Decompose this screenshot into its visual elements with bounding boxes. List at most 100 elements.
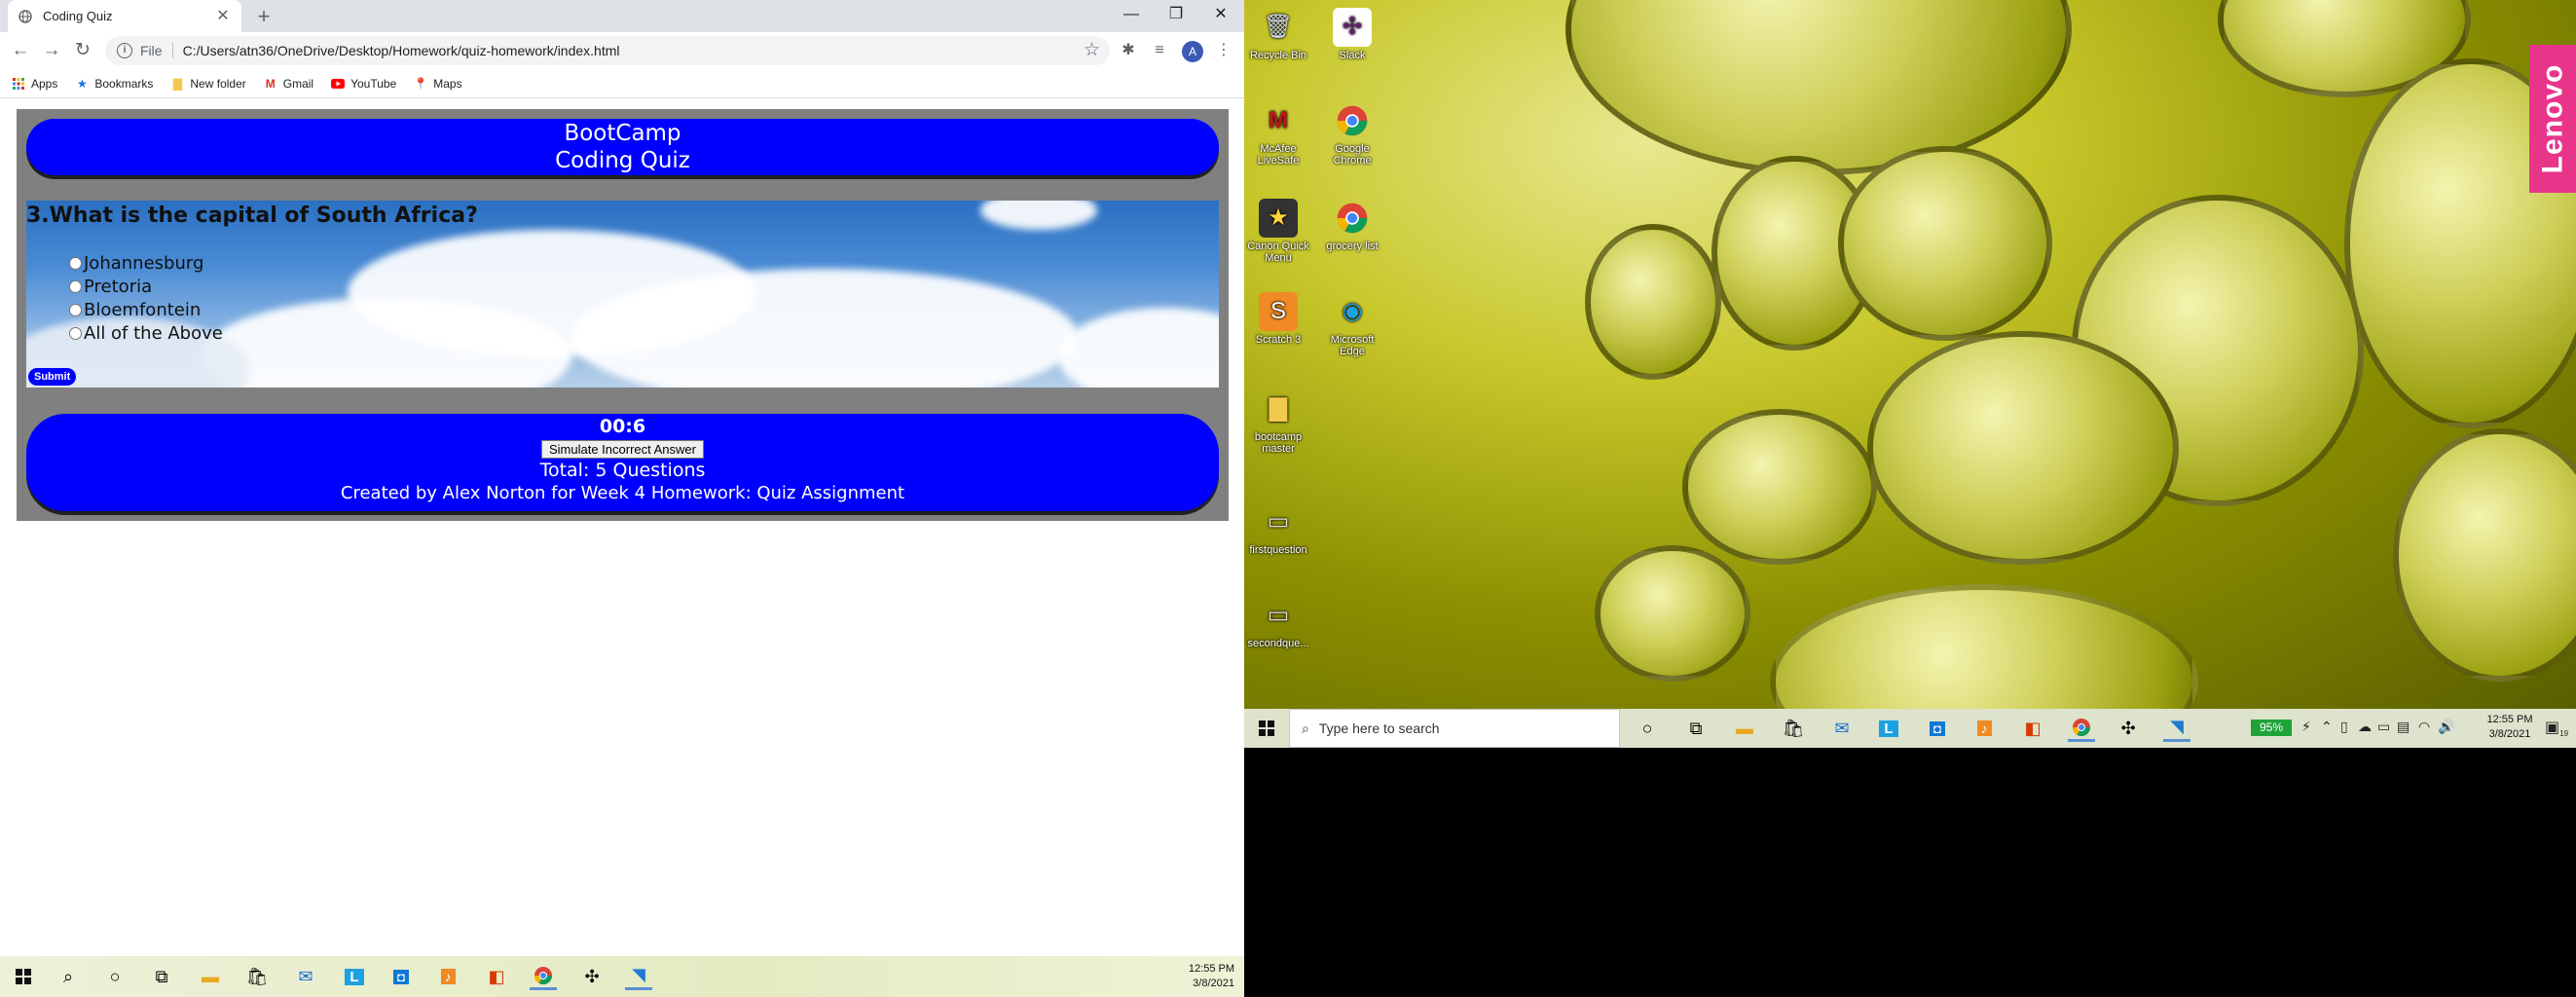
taskbar-search-box[interactable]: ⌕ Type here to search [1289,709,1620,748]
vscode-icon[interactable]: ◥ [2163,715,2190,742]
desktop-icon-label: grocery list [1326,240,1379,252]
desktop-icon-firstquestion[interactable]: ▭ firstquestion [1244,502,1312,557]
desktop-icon-mcafee[interactable]: M McAfee LiveSafe [1244,101,1312,167]
chevron-up-icon[interactable]: ⌃ [2321,719,2333,735]
image-file-icon: ▭ [1267,508,1290,535]
bookmark-maps[interactable]: 📍 Maps [414,77,462,91]
lightshot-icon[interactable]: L [341,963,368,990]
desktop-icon-label: secondque... [1247,638,1309,649]
volume-icon[interactable]: 🔊 [2438,719,2454,735]
slack-icon[interactable]: ✣ [2115,715,2142,742]
office-icon[interactable]: ◧ [483,963,510,990]
radio-button[interactable] [69,256,82,270]
radio-button[interactable] [69,303,82,316]
answer-label[interactable]: All of the Above [84,323,223,344]
right-clock[interactable]: 12:55 PM 3/8/2021 [2481,713,2539,742]
bookmark-apps[interactable]: Apps [12,77,57,91]
battery-icon[interactable]: ▭ [2377,719,2390,735]
windows-start-icon[interactable] [1246,709,1287,748]
mail-icon[interactable]: ✉ [1828,715,1856,742]
back-arrow-icon[interactable]: ← [8,38,33,63]
profile-avatar[interactable]: A [1182,41,1203,62]
bookmark-gmail[interactable]: M Gmail [264,77,313,91]
outlook-icon[interactable]: ◘ [1924,715,1951,742]
store-icon[interactable]: 🛍 [243,963,271,990]
answer-option[interactable]: All of the Above [69,321,223,345]
radio-button[interactable] [69,279,82,293]
desktop-icon-edge[interactable]: ◉ Microsoft Edge [1318,292,1386,358]
submit-button[interactable]: Submit [28,368,77,386]
timer-display: 00:6 [599,416,646,437]
reload-icon[interactable]: ↻ [70,38,95,63]
desktop-icon-slack[interactable]: ✣ Slack [1318,8,1386,61]
simulate-incorrect-button[interactable]: Simulate Incorrect Answer [540,440,704,459]
scratch-app-icon[interactable]: ♪ [434,963,461,990]
store-icon[interactable]: 🛍 [1780,715,1807,742]
answer-label[interactable]: Johannesburg [84,253,203,274]
slack-icon[interactable]: ✣ [578,963,606,990]
file-explorer-icon[interactable]: ▬ [1731,715,1758,742]
new-tab-icon[interactable]: + [251,4,276,29]
forward-arrow-icon[interactable]: → [39,38,64,63]
reading-list-icon[interactable]: ≡ [1149,40,1170,61]
info-icon[interactable]: i [117,43,132,58]
task-view-icon[interactable]: ⧉ [148,963,175,990]
answer-option[interactable]: Johannesburg [69,251,223,275]
answer-option[interactable]: Bloemfontein [69,298,223,321]
more-menu-icon[interactable]: ⋮ [1213,40,1234,61]
tab-coding-quiz[interactable]: Coding Quiz ✕ [8,0,241,32]
chrome-icon[interactable] [2068,715,2095,742]
quiz-footer: 00:6 Simulate Incorrect Answer Total: 5 … [26,414,1219,511]
mail-icon[interactable]: ✉ [292,963,319,990]
desktop-icon-chrome[interactable]: Google Chrome [1318,101,1386,166]
office-icon[interactable]: ◧ [2019,715,2046,742]
radio-button[interactable] [69,326,82,340]
desktop-icon-label: Microsoft Edge [1330,334,1375,357]
battery-indicator[interactable]: 95% [2251,720,2292,736]
wallpaper-bubble [1838,146,2052,341]
device-icon[interactable]: ▯ [2340,719,2348,735]
close-window-icon[interactable]: ✕ [1199,0,1242,32]
edge-icon: ◉ [1342,298,1363,324]
bookmark-star-icon[interactable]: ☆ [1084,39,1100,61]
chrome-icon[interactable] [530,963,557,990]
scheme-label: File [140,43,163,58]
answer-label[interactable]: Pretoria [84,277,152,297]
desktop-icon-grocery-list[interactable]: grocery list [1318,199,1386,252]
outlook-icon[interactable]: ◘ [387,963,415,990]
windows-start-icon[interactable] [10,963,37,990]
restore-icon[interactable]: ❐ [1155,0,1197,32]
answer-label[interactable]: Bloemfontein [84,300,201,320]
answer-option[interactable]: Pretoria [69,275,223,298]
bookmarks-bar: Apps ★ Bookmarks ▇ New folder M Gmail YouTu… [0,69,1244,98]
desktop-icon-secondquestion[interactable]: ▭ secondque... [1244,596,1312,650]
bookmark-new-folder[interactable]: ▇ New folder [170,77,246,91]
onedrive-cloud-icon[interactable]: ☁ [2358,719,2372,735]
lightshot-icon[interactable]: L [1875,715,1902,742]
bookmark-youtube[interactable]: YouTube [331,77,396,91]
close-tab-icon[interactable]: ✕ [214,8,232,25]
desktop-icon-canon[interactable]: ★ Canon Quick Menu [1244,199,1312,264]
desktop-icon-bootcamp-master[interactable]: ▇ bootcamp master [1244,389,1312,456]
bookmark-bookmarks[interactable]: ★ Bookmarks [75,77,153,91]
scratch-app-icon[interactable]: ♪ [1970,715,1998,742]
desktop-icon-recycle-bin[interactable]: 🗑 Recycle Bin [1244,8,1312,62]
cortana-circle-icon[interactable]: ○ [101,963,129,990]
notification-center-icon[interactable]: ▣19 [2545,718,2568,739]
extensions-puzzle-icon[interactable]: ✱ [1118,40,1139,61]
left-clock[interactable]: 12:55 PM 3/8/2021 [1189,962,1234,991]
desktop-icon-label: Canon Quick Menu [1247,240,1309,264]
minimize-icon[interactable]: — [1110,0,1153,32]
wifi-icon[interactable]: ◠ [2418,719,2430,735]
power-plug-icon[interactable]: ⚡ [2301,719,2311,735]
vscode-icon[interactable]: ◥ [625,963,652,990]
desktop-icon-label: Scratch 3 [1255,334,1302,346]
task-view-icon[interactable]: ⧉ [1682,715,1710,742]
address-bar[interactable]: i File C:/Users/atn36/OneDrive/Desktop/H… [105,36,1110,65]
file-explorer-icon[interactable]: ▬ [197,963,224,990]
url-text[interactable]: C:/Users/atn36/OneDrive/Desktop/Homework… [183,43,620,58]
cortana-circle-icon[interactable]: ○ [1634,715,1661,742]
network-icon[interactable]: ▤ [2397,719,2410,735]
desktop-icon-scratch[interactable]: S Scratch 3 [1244,292,1312,346]
search-icon[interactable]: ⌕ [55,963,82,990]
